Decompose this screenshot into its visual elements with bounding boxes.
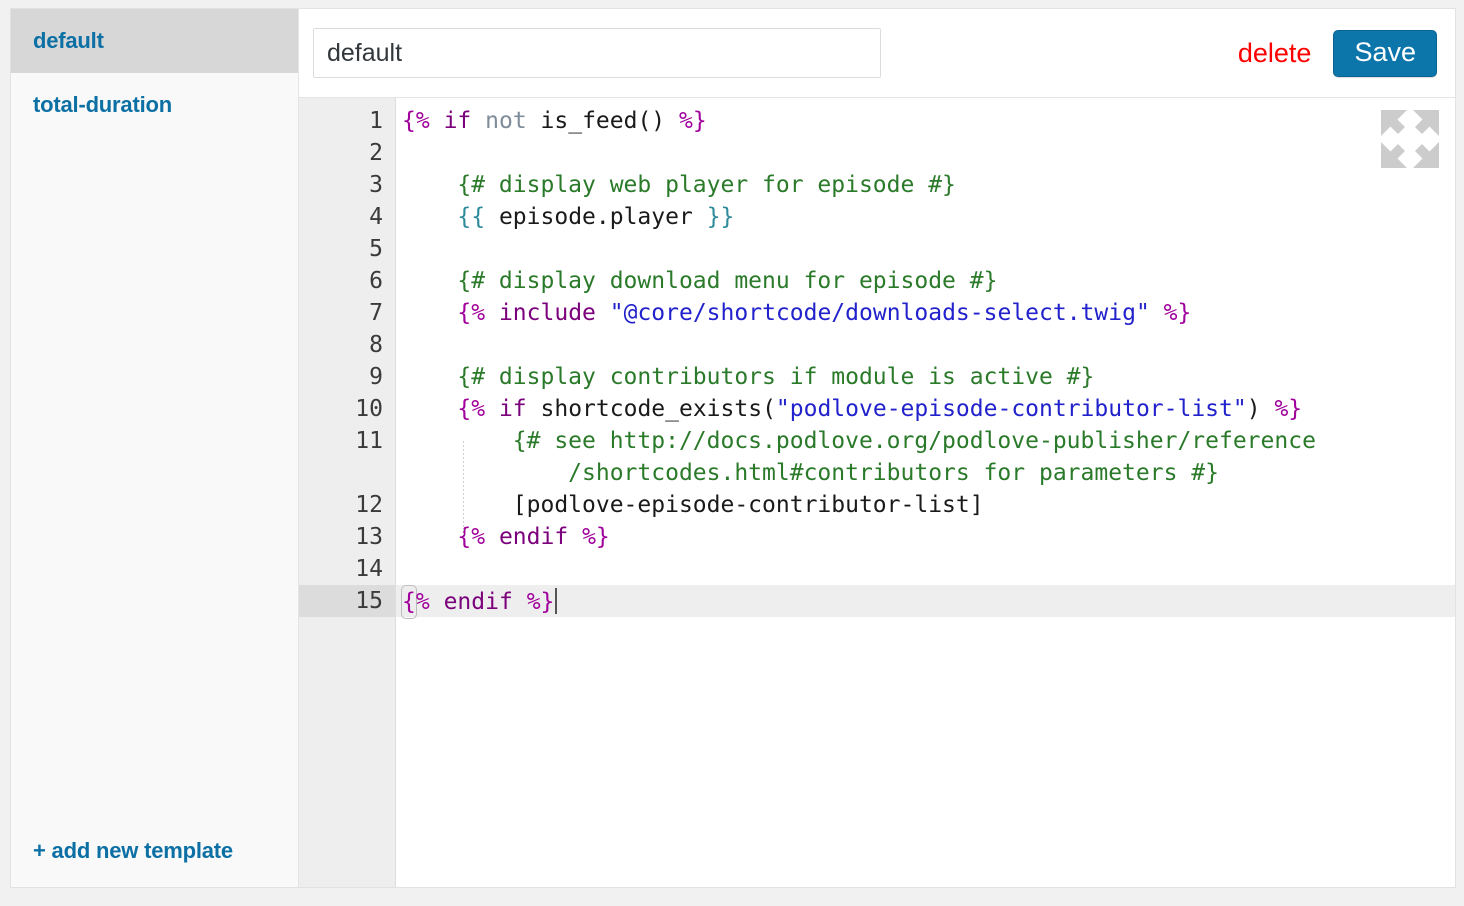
add-new-template-label: + add new template <box>33 838 233 863</box>
editor-pane: delete Save 1 2 3 4 5 6 7 8 9 10 11 <box>299 9 1455 887</box>
line-number-gutter: 1 2 3 4 5 6 7 8 9 10 11 12 13 14 15 <box>299 98 396 887</box>
collapse-arrows-icon[interactable] <box>1379 108 1441 170</box>
save-button[interactable]: Save <box>1333 29 1437 77</box>
add-new-template-link[interactable]: + add new template <box>11 815 298 887</box>
line-number: 4 <box>369 204 383 230</box>
code-line-12: [podlove-episode-contributor-list] <box>512 492 984 518</box>
editor-toolbar: delete Save <box>299 9 1455 97</box>
text-cursor <box>555 588 558 614</box>
code-line-15-active: {% endif %} <box>396 585 1455 619</box>
line-number: 12 <box>355 492 383 518</box>
sidebar-item-label: total-duration <box>33 92 172 117</box>
line-number: 2 <box>369 140 383 166</box>
line-number: 14 <box>355 556 383 582</box>
code-line-9: {# display contributors if module is act… <box>457 364 1095 390</box>
template-editor-card: default total-duration + add new templat… <box>10 8 1456 888</box>
code-line-11: {# see http://docs.podlove.org/podlove-p… <box>402 428 1316 486</box>
line-number: 3 <box>369 172 383 198</box>
code-line-10: {% if shortcode_exists("podlove-episode-… <box>457 396 1303 422</box>
sidebar-item-total-duration[interactable]: total-duration <box>11 73 298 137</box>
code-line-3: {# display web player for episode #} <box>457 172 956 198</box>
line-number: 1 <box>369 108 383 134</box>
line-number-active: 15 <box>299 585 395 617</box>
code-line-4: {{ episode.player }} <box>457 204 735 230</box>
matching-bracket-highlight: { <box>401 585 417 619</box>
code-editor[interactable]: 1 2 3 4 5 6 7 8 9 10 11 12 13 14 15 {% i… <box>299 97 1455 887</box>
code-line-1: {% if not is_feed() %} <box>402 108 707 134</box>
screen-root: default total-duration + add new templat… <box>0 0 1464 906</box>
delete-link[interactable]: delete <box>1238 38 1312 69</box>
code-line-7: {% include "@core/shortcode/downloads-se… <box>457 300 1192 326</box>
indent-guide <box>463 441 464 537</box>
template-list: default total-duration <box>11 9 298 137</box>
line-number: 13 <box>355 524 383 550</box>
template-list-sidebar: default total-duration + add new templat… <box>11 9 299 887</box>
sidebar-item-label: default <box>33 28 104 53</box>
line-number: 11 <box>355 428 383 454</box>
line-number: 6 <box>369 268 383 294</box>
code-line-13: {% endif %} <box>457 524 610 550</box>
code-content[interactable]: {% if not is_feed() %} {# display web pl… <box>396 98 1455 887</box>
line-number: 5 <box>369 236 383 262</box>
sidebar-item-default[interactable]: default <box>11 9 298 73</box>
line-number: 8 <box>369 332 383 358</box>
line-number: 9 <box>369 364 383 390</box>
code-line-6: {# display download menu for episode #} <box>457 268 998 294</box>
line-number: 10 <box>355 396 383 422</box>
line-number: 7 <box>369 300 383 326</box>
template-name-input[interactable] <box>313 28 881 78</box>
